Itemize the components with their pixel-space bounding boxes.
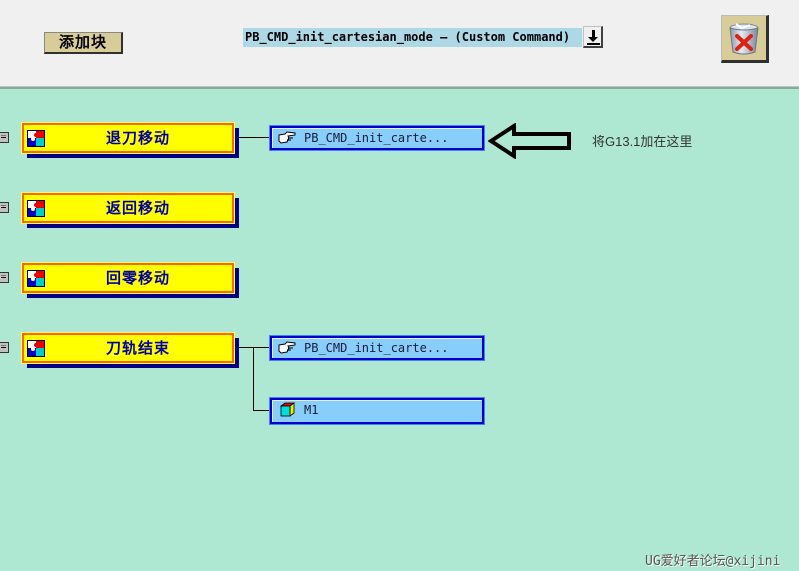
tree-group-home-move[interactable]: 回零移动 <box>21 262 235 294</box>
command-label: PB_CMD_init_carte... <box>304 131 449 145</box>
watermark: UG爱好者论坛@xijini <box>645 554 781 569</box>
connector-line <box>239 347 270 348</box>
toolbar: 添加块 PB_CMD_init_cartesian_mode — (Custom… <box>0 0 799 89</box>
command-label: M1 <box>304 403 319 417</box>
connector-line <box>253 410 270 411</box>
tree-command-pb-cmd-init-cartesian[interactable]: PB_CMD_init_carte... <box>269 125 485 151</box>
pointing-hand-icon <box>278 131 296 144</box>
collapse-toggle-1[interactable] <box>0 132 9 143</box>
connector-line <box>239 137 270 138</box>
cube-icon <box>279 402 296 417</box>
dropdown-button[interactable] <box>583 26 603 48</box>
group-label: 返回移动 <box>105 199 170 217</box>
arrow-down-to-line-icon <box>587 30 600 45</box>
collapse-toggle-2[interactable] <box>0 202 9 213</box>
tree-group-path-end[interactable]: 刀轨结束 <box>21 332 235 364</box>
group-label: 回零移动 <box>105 269 170 287</box>
group-label: 刀轨结束 <box>105 339 170 357</box>
command-select[interactable]: PB_CMD_init_cartesian_mode — (Custom Com… <box>243 28 582 47</box>
collapse-toggle-4[interactable] <box>0 342 9 353</box>
add-block-button[interactable]: 添加块 <box>44 32 123 54</box>
command-label: PB_CMD_init_carte... <box>304 341 449 355</box>
tree-command-pb-cmd-init-cartesian[interactable]: PB_CMD_init_carte... <box>269 335 485 361</box>
group-label: 退刀移动 <box>105 129 170 147</box>
annotation-text: 将G13.1加在这里 <box>592 134 693 149</box>
tree-group-return-move[interactable]: 返回移动 <box>21 192 235 224</box>
delete-button[interactable] <box>721 15 769 63</box>
connector-line <box>253 347 254 410</box>
arrow-left-icon <box>488 123 571 159</box>
tree-command-m1[interactable]: M1 <box>269 397 485 425</box>
collapse-toggle-3[interactable] <box>0 272 9 283</box>
tree-group-retract-move[interactable]: 退刀移动 <box>21 122 235 154</box>
pointing-hand-icon <box>278 341 296 354</box>
trash-delete-icon <box>729 23 759 55</box>
